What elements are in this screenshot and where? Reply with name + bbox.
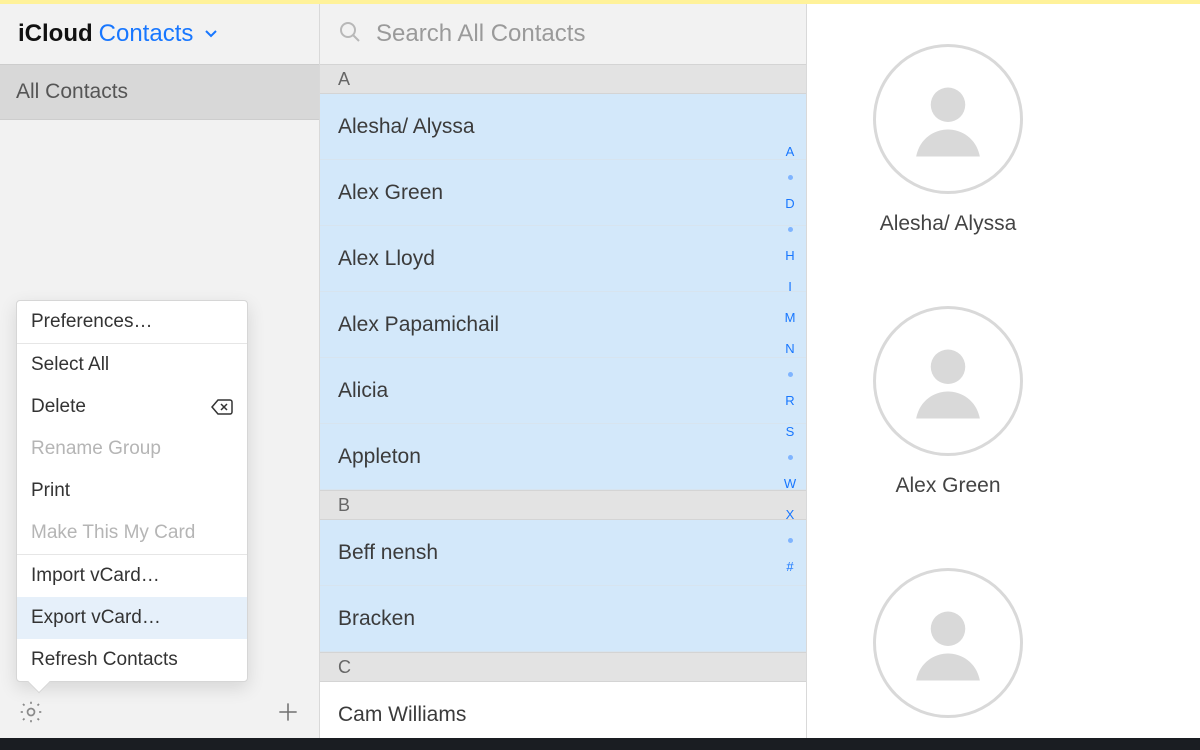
section-header: A — [320, 64, 806, 94]
contact-row[interactable]: Appleton — [320, 424, 806, 490]
contact-card[interactable]: Alex Green — [873, 306, 1023, 498]
index-dot[interactable] — [788, 227, 793, 232]
avatar-icon — [873, 44, 1023, 194]
contact-list: Search All Contacts AAlesha/ AlyssaAlex … — [320, 4, 807, 738]
detail-pane: Alesha/ AlyssaAlex GreenAliciaAppleton — [807, 4, 1200, 738]
index-letter[interactable]: A — [786, 144, 795, 159]
menu-delete[interactable]: Delete — [17, 386, 247, 428]
contact-row[interactable]: Bracken — [320, 586, 806, 652]
sidebar: iCloud Contacts All Contacts Preferences… — [0, 4, 320, 738]
brand-contacts: Contacts — [99, 20, 194, 48]
search-placeholder: Search All Contacts — [376, 20, 585, 48]
index-letter[interactable]: S — [786, 424, 795, 439]
search-bar[interactable]: Search All Contacts — [320, 4, 806, 64]
contact-card-name: Alesha/ Alyssa — [880, 212, 1017, 236]
contact-card[interactable]: Alesha/ Alyssa — [873, 44, 1023, 236]
backspace-icon — [211, 399, 233, 415]
bottom-bar — [0, 738, 1200, 750]
menu-make-my-card: Make This My Card — [17, 512, 247, 554]
index-letter[interactable]: D — [785, 196, 794, 211]
index-dot[interactable] — [788, 175, 793, 180]
contact-row[interactable]: Alicia — [320, 358, 806, 424]
menu-import-vcard[interactable]: Import vCard… — [17, 555, 247, 597]
sidebar-item-label: All Contacts — [16, 80, 128, 104]
index-dot[interactable] — [788, 538, 793, 543]
contact-row[interactable]: Beff nensh — [320, 520, 806, 586]
contact-row[interactable]: Alex Papamichail — [320, 292, 806, 358]
contact-card-name: Alex Green — [895, 474, 1000, 498]
menu-preferences[interactable]: Preferences… — [17, 301, 247, 343]
sidebar-item-all-contacts[interactable]: All Contacts — [0, 64, 319, 120]
menu-rename-group: Rename Group — [17, 428, 247, 470]
menu-print[interactable]: Print — [17, 470, 247, 512]
index-letter[interactable]: M — [785, 310, 796, 325]
index-dot[interactable] — [788, 372, 793, 377]
index-letter[interactable]: # — [786, 559, 793, 574]
index-letter[interactable]: W — [784, 476, 796, 491]
menu-export-vcard[interactable]: Export vCard… — [17, 597, 247, 639]
app-title[interactable]: iCloud Contacts — [0, 4, 319, 64]
index-letter[interactable]: X — [786, 507, 795, 522]
settings-popup: Preferences… Select All Delete Rename Gr… — [16, 300, 248, 682]
contact-row[interactable]: Alesha/ Alyssa — [320, 94, 806, 160]
search-icon — [338, 20, 362, 49]
menu-refresh-contacts[interactable]: Refresh Contacts — [17, 639, 247, 681]
plus-icon[interactable] — [275, 699, 301, 730]
brand-icloud: iCloud — [18, 20, 93, 48]
contact-row[interactable]: Alex Lloyd — [320, 226, 806, 292]
index-dot[interactable] — [788, 455, 793, 460]
alpha-index-rail[interactable]: A D H I M N R S W X # — [780, 144, 800, 574]
index-letter[interactable]: N — [785, 341, 794, 356]
index-letter[interactable]: I — [788, 279, 792, 294]
section-header: B — [320, 490, 806, 520]
index-letter[interactable]: H — [785, 248, 794, 263]
contact-row[interactable]: Alex Green — [320, 160, 806, 226]
menu-select-all[interactable]: Select All — [17, 344, 247, 386]
section-header: C — [320, 652, 806, 682]
avatar-icon — [873, 306, 1023, 456]
avatar-icon — [873, 568, 1023, 718]
index-letter[interactable]: R — [785, 393, 794, 408]
contact-card[interactable]: Alicia — [873, 568, 1023, 738]
gear-icon[interactable] — [18, 699, 44, 730]
chevron-down-icon[interactable] — [203, 20, 219, 48]
